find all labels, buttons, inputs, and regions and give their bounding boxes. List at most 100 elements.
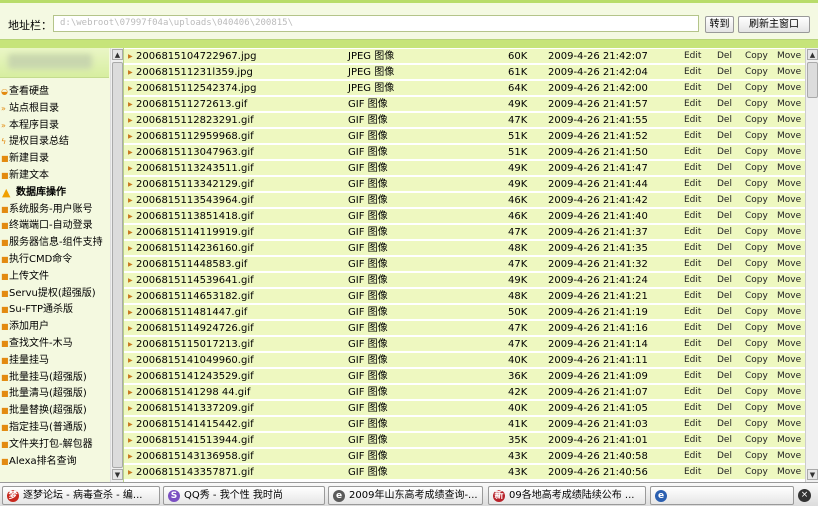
copy-link[interactable]: Copy [745, 401, 768, 416]
move-link[interactable]: Move [777, 145, 801, 160]
move-link[interactable]: Move [777, 305, 801, 320]
move-link[interactable]: Move [777, 433, 801, 448]
file-name[interactable]: 2006815143357871.gif [136, 465, 254, 480]
move-link[interactable]: Move [777, 465, 801, 480]
move-link[interactable]: Move [777, 97, 801, 112]
edit-link[interactable]: Edit [684, 97, 701, 112]
file-name[interactable]: 200681511481447.gif [136, 305, 247, 320]
move-link[interactable]: Move [777, 81, 801, 96]
delete-link[interactable]: Del [717, 449, 732, 464]
delete-link[interactable]: Del [717, 177, 732, 192]
delete-link[interactable]: Del [717, 145, 732, 160]
copy-link[interactable]: Copy [745, 161, 768, 176]
sidebar-item[interactable]: ■ 批量替换(超强版) [0, 403, 109, 420]
taskbar-button[interactable]: 新 09各地高考成绩陆续公布 ... [488, 486, 646, 505]
file-name[interactable]: 2006815113047963.gif [136, 145, 254, 160]
file-name[interactable]: 2006815113342129.gif [136, 177, 254, 192]
file-name[interactable]: 200681511448583.gif [136, 257, 247, 272]
edit-link[interactable]: Edit [684, 433, 701, 448]
copy-link[interactable]: Copy [745, 321, 768, 336]
file-name[interactable]: 2006815141049960.gif [136, 353, 254, 368]
edit-link[interactable]: Edit [684, 193, 701, 208]
copy-link[interactable]: Copy [745, 225, 768, 240]
file-list-scroll-thumb[interactable] [807, 62, 818, 98]
file-name[interactable]: 2006815141415442.gif [136, 417, 254, 432]
sidebar-item[interactable]: » 本程序目录 [0, 118, 109, 135]
sidebar-item[interactable]: ■ 批量清马(超强版) [0, 386, 109, 403]
copy-link[interactable]: Copy [745, 289, 768, 304]
move-link[interactable]: Move [777, 385, 801, 400]
copy-link[interactable]: Copy [745, 209, 768, 224]
sidebar-item[interactable]: ■ 终端端口-自动登录 [0, 218, 109, 235]
delete-link[interactable]: Del [717, 321, 732, 336]
delete-link[interactable]: Del [717, 257, 732, 272]
delete-link[interactable]: Del [717, 113, 732, 128]
edit-link[interactable]: Edit [684, 401, 701, 416]
edit-link[interactable]: Edit [684, 113, 701, 128]
delete-link[interactable]: Del [717, 401, 732, 416]
delete-link[interactable]: Del [717, 273, 732, 288]
copy-link[interactable]: Copy [745, 305, 768, 320]
delete-link[interactable]: Del [717, 289, 732, 304]
delete-link[interactable]: Del [717, 305, 732, 320]
delete-link[interactable]: Del [717, 337, 732, 352]
delete-link[interactable]: Del [717, 129, 732, 144]
sidebar-item[interactable]: ■ 批量挂马(超强版) [0, 370, 109, 387]
sidebar-item[interactable]: ■ 挂量挂马 [0, 353, 109, 370]
delete-link[interactable]: Del [717, 81, 732, 96]
copy-link[interactable]: Copy [745, 65, 768, 80]
copy-link[interactable]: Copy [745, 385, 768, 400]
edit-link[interactable]: Edit [684, 369, 701, 384]
file-name[interactable]: 2006815141337209.gif [136, 401, 254, 416]
sidebar-item[interactable]: ■ 上传文件 [0, 269, 109, 286]
edit-link[interactable]: Edit [684, 129, 701, 144]
edit-link[interactable]: Edit [684, 145, 701, 160]
move-link[interactable]: Move [777, 289, 801, 304]
copy-link[interactable]: Copy [745, 353, 768, 368]
copy-link[interactable]: Copy [745, 257, 768, 272]
copy-link[interactable]: Copy [745, 433, 768, 448]
address-input[interactable]: d:\webroot\07997f04a\uploads\040406\2008… [53, 15, 699, 32]
sidebar-item[interactable]: ■ Alexa排名查询 [0, 454, 109, 471]
sidebar-scrollbar[interactable]: ▲ ▼ [110, 48, 123, 482]
sidebar-item[interactable]: ■ 文件夹打包-解包器 [0, 437, 109, 454]
delete-link[interactable]: Del [717, 353, 732, 368]
copy-link[interactable]: Copy [745, 177, 768, 192]
move-link[interactable]: Move [777, 257, 801, 272]
edit-link[interactable]: Edit [684, 417, 701, 432]
sidebar-scroll-thumb[interactable] [112, 62, 123, 468]
close-icon[interactable]: × [798, 489, 811, 502]
file-name[interactable]: 2006815112823291.gif [136, 113, 254, 128]
sidebar-item[interactable]: ■ Servu提权(超强版) [0, 286, 109, 303]
delete-link[interactable]: Del [717, 385, 732, 400]
file-name[interactable]: 2006815115017213.gif [136, 337, 254, 352]
move-link[interactable]: Move [777, 369, 801, 384]
edit-link[interactable]: Edit [684, 449, 701, 464]
file-list-scrollbar[interactable]: ▲ ▼ [805, 48, 818, 482]
delete-link[interactable]: Del [717, 49, 732, 64]
edit-link[interactable]: Edit [684, 161, 701, 176]
file-name[interactable]: 2006815141243529.gif [136, 369, 254, 384]
file-name[interactable]: 2006815113543964.gif [136, 193, 254, 208]
taskbar-button[interactable]: e 2009年山东高考成绩查询-... [328, 486, 483, 505]
copy-link[interactable]: Copy [745, 417, 768, 432]
delete-link[interactable]: Del [717, 465, 732, 480]
sidebar-item[interactable]: ■ 添加用户 [0, 319, 109, 336]
copy-link[interactable]: Copy [745, 369, 768, 384]
delete-link[interactable]: Del [717, 433, 732, 448]
edit-link[interactable]: Edit [684, 209, 701, 224]
copy-link[interactable]: Copy [745, 81, 768, 96]
delete-link[interactable]: Del [717, 97, 732, 112]
edit-link[interactable]: Edit [684, 177, 701, 192]
taskbar-button[interactable]: e [650, 486, 794, 505]
edit-link[interactable]: Edit [684, 65, 701, 80]
sidebar-item[interactable]: ■ 新建目录 [0, 151, 109, 168]
scroll-up-arrow-icon[interactable]: ▲ [112, 49, 123, 60]
file-name[interactable]: 2006815113243511.gif [136, 161, 254, 176]
file-name[interactable]: 2006815143136958.gif [136, 449, 254, 464]
sidebar-item[interactable]: » 站点根目录 [0, 101, 109, 118]
edit-link[interactable]: Edit [684, 273, 701, 288]
delete-link[interactable]: Del [717, 369, 732, 384]
file-name[interactable]: 2006815113851418.gif [136, 209, 254, 224]
sidebar-item[interactable]: ■ 执行CMD命令 [0, 252, 109, 269]
